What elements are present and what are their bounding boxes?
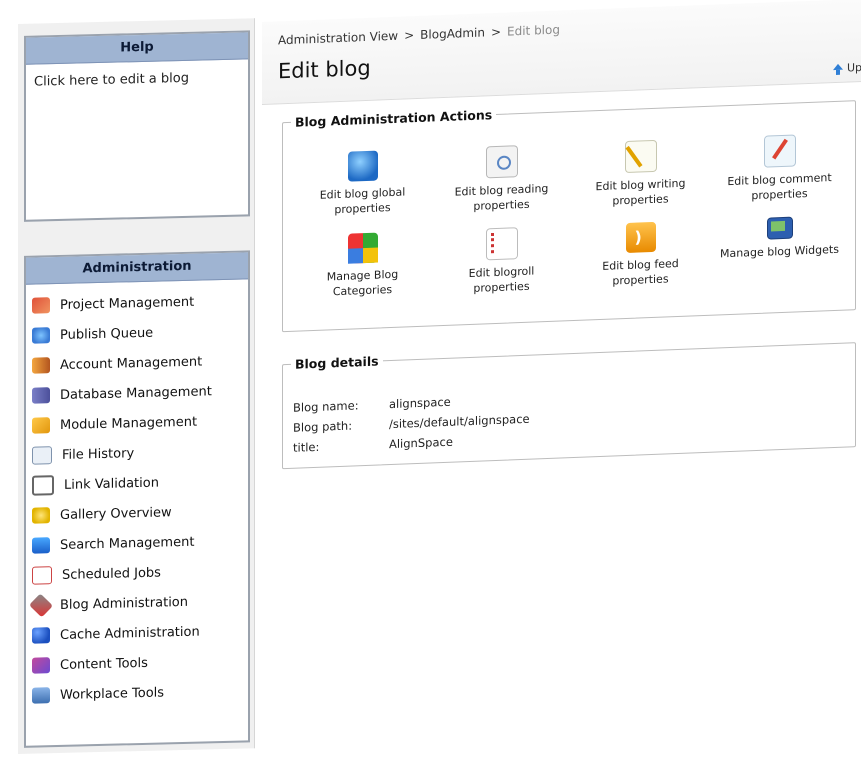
categories-icon bbox=[347, 232, 378, 264]
scheduled-jobs-icon bbox=[32, 566, 52, 585]
administration-panel: Administration Project Management Publis… bbox=[24, 250, 250, 748]
main-content: Administration View > BlogAdmin > Edit blog … bbox=[262, 0, 861, 757]
admin-item-label: Blog Administration bbox=[60, 594, 188, 613]
admin-item-workplace-tools[interactable]: Workplace Tools bbox=[32, 675, 248, 710]
blog-actions-group: Blog Administration Actions Edit blog gl… bbox=[282, 93, 856, 333]
admin-item-label: Database Management bbox=[60, 383, 212, 403]
blog-actions-grid: Edit blog global properties Edit blog re… bbox=[293, 132, 849, 317]
action-edit-reading-properties[interactable]: Edit blog reading properties bbox=[432, 143, 571, 230]
blog-details-group: Blog details Blog name: alignspace Blog … bbox=[282, 335, 856, 470]
action-label-line2: properties bbox=[751, 186, 808, 203]
action-label-line2: properties bbox=[473, 197, 530, 213]
blog-details-table: Blog name: alignspace Blog path: /sites/… bbox=[293, 388, 540, 457]
blog-administration-icon bbox=[28, 593, 54, 618]
page-header: Administration View > BlogAdmin > Edit blog … bbox=[262, 0, 861, 105]
admin-item-label: Account Management bbox=[60, 353, 203, 373]
action-label-line2: properties bbox=[334, 200, 391, 217]
up-button[interactable]: Up bbox=[833, 61, 861, 75]
content-tools-icon bbox=[32, 657, 50, 674]
file-history-icon bbox=[32, 446, 52, 465]
breadcrumb-separator: > bbox=[404, 28, 415, 43]
breadcrumb-item-current: Edit blog bbox=[507, 22, 560, 39]
help-panel: Help Click here to edit a blog bbox=[24, 30, 250, 222]
action-edit-writing-properties[interactable]: Edit blog writing properties bbox=[571, 138, 710, 225]
page-title: Edit blog bbox=[278, 55, 371, 84]
action-manage-widgets[interactable]: Manage blog Widgets bbox=[710, 214, 849, 301]
action-edit-global-properties[interactable]: Edit blog global properties bbox=[293, 148, 432, 235]
breadcrumb-item-administration-view[interactable]: Administration View bbox=[278, 29, 398, 48]
breadcrumb: Administration View > BlogAdmin > Edit blog bbox=[278, 23, 560, 48]
up-button-label: Up bbox=[846, 60, 861, 75]
admin-item-label: Module Management bbox=[60, 414, 198, 433]
search-management-icon bbox=[32, 537, 50, 554]
administration-menu: Project Management Publish Queue Account… bbox=[26, 279, 248, 710]
blog-details-legend: Blog details bbox=[295, 353, 379, 372]
breadcrumb-item-blogadmin[interactable]: BlogAdmin bbox=[420, 25, 485, 41]
admin-item-label: Gallery Overview bbox=[60, 504, 172, 523]
admin-item-label: File History bbox=[62, 445, 135, 463]
action-edit-comment-properties[interactable]: Edit blog comment properties bbox=[710, 132, 849, 219]
database-management-icon bbox=[32, 387, 50, 404]
admin-item-label: Project Management bbox=[60, 294, 195, 313]
arrow-up-icon bbox=[833, 63, 843, 73]
left-sidebar: Help Click here to edit a blog Administr… bbox=[18, 18, 255, 755]
comment-pen-icon bbox=[763, 134, 796, 168]
action-label-line1: Edit blog global bbox=[319, 185, 406, 202]
document-magnifier-icon bbox=[485, 145, 518, 179]
action-label-line2: properties bbox=[612, 272, 669, 288]
workplace-tools-icon bbox=[32, 687, 50, 704]
action-manage-categories[interactable]: Manage Blog Categories bbox=[293, 230, 432, 317]
action-label-line2: properties bbox=[473, 279, 530, 295]
blogroll-icon bbox=[485, 227, 518, 261]
link-validation-icon bbox=[32, 475, 54, 496]
module-management-icon bbox=[32, 417, 50, 434]
action-label-line2: properties bbox=[612, 192, 669, 208]
breadcrumb-separator: > bbox=[490, 24, 502, 40]
gallery-overview-icon bbox=[32, 507, 50, 524]
help-text[interactable]: Click here to edit a blog bbox=[26, 59, 248, 99]
globe-icon bbox=[347, 150, 378, 182]
admin-item-label: Content Tools bbox=[60, 655, 148, 673]
admin-item-label: Scheduled Jobs bbox=[62, 565, 161, 583]
action-edit-feed-properties[interactable]: Edit blog feed properties bbox=[571, 220, 710, 307]
action-label-line2: Categories bbox=[332, 282, 393, 299]
action-edit-blogroll-properties[interactable]: Edit blogroll properties bbox=[432, 225, 571, 312]
app-window: Help Click here to edit a blog Administr… bbox=[0, 0, 861, 766]
admin-item-label: Workplace Tools bbox=[60, 684, 165, 703]
account-management-icon bbox=[32, 357, 50, 374]
widgets-icon bbox=[766, 216, 793, 240]
cache-administration-icon bbox=[32, 627, 50, 644]
rss-feed-icon bbox=[625, 221, 656, 254]
detail-key: title: bbox=[293, 439, 320, 455]
publish-queue-icon bbox=[32, 327, 50, 344]
admin-item-label: Link Validation bbox=[64, 475, 159, 493]
project-management-icon bbox=[32, 297, 50, 314]
blog-actions-legend: Blog Administration Actions bbox=[295, 107, 493, 130]
document-pen-icon bbox=[624, 139, 657, 174]
action-label-line1: Manage blog Widgets bbox=[720, 242, 839, 261]
admin-item-label: Publish Queue bbox=[60, 325, 154, 343]
admin-item-label: Search Management bbox=[60, 534, 195, 553]
admin-item-label: Cache Administration bbox=[60, 624, 200, 643]
